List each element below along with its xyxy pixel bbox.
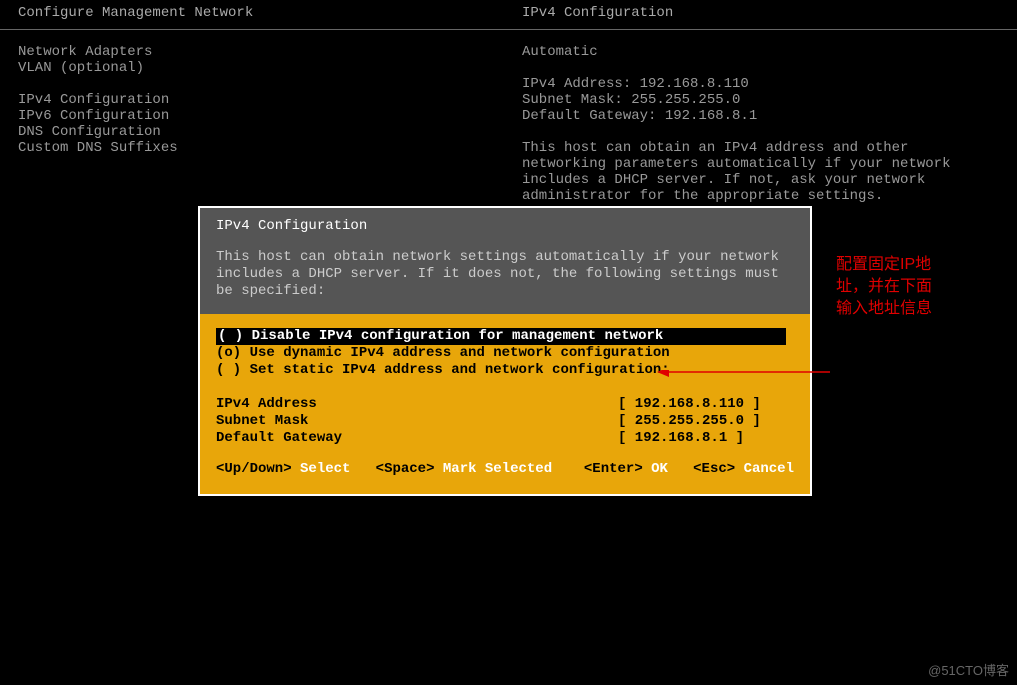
option-disable-ipv4[interactable]: ( ) Disable IPv4 configuration for manag… xyxy=(216,328,786,345)
watermark: @51CTO博客 xyxy=(928,660,1009,679)
annotation-arrow xyxy=(655,370,835,410)
main-area: Network Adapters VLAN (optional) IPv4 Co… xyxy=(0,30,1017,218)
field-label: IPv4 Address xyxy=(216,396,618,413)
info-ipv4-address: IPv4 Address: 192.168.8.110 xyxy=(522,76,999,92)
field-value-gw[interactable]: [ 192.168.8.1 ] xyxy=(618,430,744,447)
header-right-title: IPv4 Configuration xyxy=(522,5,673,21)
info-description: This host can obtain an IPv4 address and… xyxy=(522,140,999,204)
dialog-title: IPv4 Configuration xyxy=(216,218,794,235)
option-dynamic-ipv4[interactable]: (o) Use dynamic IPv4 address and network… xyxy=(216,345,794,362)
ipv4-config-dialog: IPv4 Configuration This host can obtain … xyxy=(198,206,812,496)
action-mark: Mark Selected xyxy=(443,461,552,477)
info-mode: Automatic xyxy=(522,44,999,60)
header-bar: Configure Management Network IPv4 Config… xyxy=(0,0,1017,30)
info-default-gateway: Default Gateway: 192.168.8.1 xyxy=(522,108,999,124)
key-updown: <Up/Down> xyxy=(216,461,292,477)
menu-item-ipv6[interactable]: IPv6 Configuration xyxy=(18,108,522,124)
action-select: Select xyxy=(300,461,350,477)
info-column: Automatic IPv4 Address: 192.168.8.110 Su… xyxy=(522,44,999,204)
field-value-mask[interactable]: [ 255.255.255.0 ] xyxy=(618,413,761,430)
key-enter: <Enter> xyxy=(584,461,643,477)
menu-column: Network Adapters VLAN (optional) IPv4 Co… xyxy=(18,44,522,204)
header-left-title: Configure Management Network xyxy=(18,5,522,21)
field-label: Subnet Mask xyxy=(216,413,618,430)
dialog-description: This host can obtain network settings au… xyxy=(216,249,794,300)
action-cancel[interactable]: Cancel xyxy=(744,461,794,477)
menu-item-ipv4[interactable]: IPv4 Configuration xyxy=(18,92,522,108)
menu-item-dns[interactable]: DNS Configuration xyxy=(18,124,522,140)
action-ok[interactable]: OK xyxy=(651,461,668,477)
annotation-text: 配置固定IP地 址，并在下面 输入地址信息 xyxy=(836,254,932,320)
menu-item-network-adapters[interactable]: Network Adapters xyxy=(18,44,522,60)
dialog-footer: <Up/Down> Select <Space> Mark Selected <… xyxy=(216,447,794,484)
info-subnet-mask: Subnet Mask: 255.255.255.0 xyxy=(522,92,999,108)
menu-item-vlan[interactable]: VLAN (optional) xyxy=(18,60,522,76)
key-space: <Space> xyxy=(376,461,435,477)
field-label: Default Gateway xyxy=(216,430,618,447)
field-default-gateway: Default Gateway [ 192.168.8.1 ] xyxy=(216,430,794,447)
menu-item-dns-suffixes[interactable]: Custom DNS Suffixes xyxy=(18,140,522,156)
field-subnet-mask: Subnet Mask [ 255.255.255.0 ] xyxy=(216,413,794,430)
key-esc: <Esc> xyxy=(693,461,735,477)
